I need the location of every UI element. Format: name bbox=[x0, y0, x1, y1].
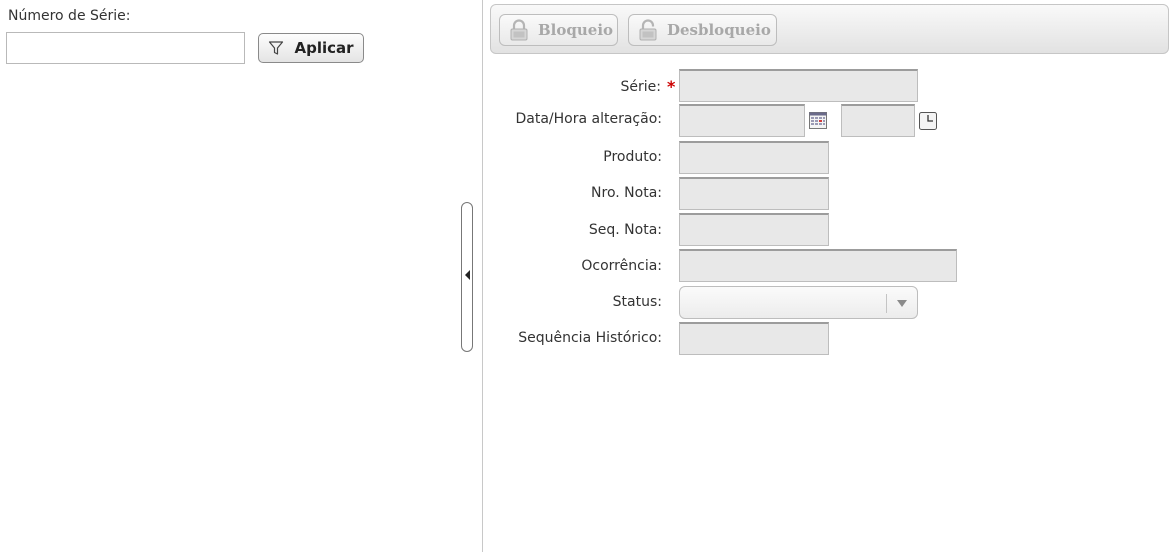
nro-nota-label: Nro. Nota: bbox=[591, 185, 662, 201]
clock-icon[interactable] bbox=[919, 112, 937, 130]
required-marker: * bbox=[667, 77, 676, 96]
padlock-icon bbox=[507, 18, 531, 42]
filter-icon bbox=[268, 40, 284, 56]
time-field[interactable] bbox=[841, 104, 915, 137]
calendar-icon[interactable] bbox=[809, 112, 827, 129]
produto-field[interactable] bbox=[679, 141, 829, 174]
nro-nota-field[interactable] bbox=[679, 177, 829, 210]
status-label: Status: bbox=[612, 294, 662, 310]
unlock-button[interactable]: Desbloqueio bbox=[628, 14, 777, 46]
date-field[interactable] bbox=[679, 104, 805, 137]
serial-number-input[interactable] bbox=[6, 32, 245, 64]
seq-nota-field[interactable] bbox=[679, 213, 829, 246]
collapse-arrow-icon[interactable] bbox=[465, 270, 470, 280]
apply-filter-button[interactable]: Aplicar bbox=[258, 33, 364, 63]
serie-label: Série: bbox=[620, 79, 661, 95]
panel-splitter[interactable] bbox=[461, 202, 473, 352]
seq-nota-label: Seq. Nota: bbox=[588, 222, 662, 238]
apply-button-label: Aplicar bbox=[294, 39, 354, 57]
lock-button-label: Bloqueio bbox=[538, 21, 614, 39]
seq-historico-field[interactable] bbox=[679, 322, 829, 355]
produto-label: Produto: bbox=[603, 149, 662, 165]
datetime-label: Data/Hora alteração: bbox=[515, 111, 663, 127]
toolbar: Bloqueio Desbloqueio bbox=[490, 4, 1169, 54]
chevron-down-icon[interactable] bbox=[897, 300, 907, 307]
serie-field[interactable] bbox=[679, 69, 918, 102]
unlock-button-label: Desbloqueio bbox=[667, 21, 771, 39]
padlock-open-icon bbox=[636, 18, 660, 42]
status-select[interactable] bbox=[679, 286, 918, 319]
ocorrencia-field[interactable] bbox=[679, 249, 957, 282]
lock-button[interactable]: Bloqueio bbox=[499, 14, 618, 46]
select-separator bbox=[886, 294, 887, 313]
seq-historico-label: Sequência Histórico: bbox=[518, 330, 662, 346]
serial-number-label: Número de Série: bbox=[8, 8, 131, 24]
ocorrencia-label: Ocorrência: bbox=[581, 258, 662, 274]
